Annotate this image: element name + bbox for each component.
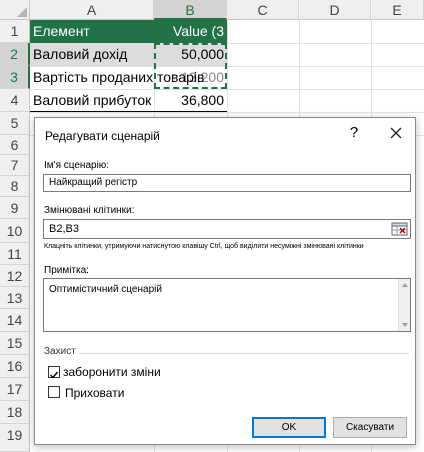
scenario-name-input[interactable]: Найкращий регістр	[43, 174, 411, 192]
scenario-name-label: Ім'я сценарію:	[44, 160, 110, 171]
changing-cells-hint: Клацніть клітинки, утримуючи натиснутою …	[44, 243, 364, 250]
row-header-13[interactable]: 13	[0, 287, 30, 309]
row-header-15[interactable]: 15	[0, 332, 30, 355]
cancel-button[interactable]: Скасувати	[333, 417, 407, 438]
row-header-3[interactable]: 3	[0, 66, 30, 89]
row-header-1[interactable]: 1	[0, 20, 30, 43]
row-header-7[interactable]: 7	[0, 155, 30, 176]
row-header-18[interactable]: 18	[0, 401, 30, 424]
protection-label: Захист	[44, 346, 76, 357]
row-header-19[interactable]: 19	[0, 424, 30, 452]
cell-a4[interactable]: Валовий прибуток	[30, 89, 154, 112]
cell-b4[interactable]: 36,800	[154, 89, 227, 112]
dialog-title: Редагувати сценарій	[45, 129, 160, 143]
prevent-changes-checkbox[interactable]	[48, 366, 60, 379]
hide-label[interactable]: Приховати	[65, 386, 124, 400]
row-header-10[interactable]: 10	[0, 219, 30, 243]
comment-scrollbar[interactable]	[398, 279, 410, 331]
comment-textarea[interactable]: Оптимістичний сценарій	[43, 278, 411, 332]
copy-marquee	[154, 43, 227, 89]
edit-scenario-dialog: Редагувати сценарій ? Ім'я сценарію: Най…	[34, 117, 416, 445]
row-header-17[interactable]: 17	[0, 378, 30, 401]
column-header-e[interactable]: E	[371, 0, 424, 20]
scroll-up-icon[interactable]	[402, 283, 408, 287]
row-header-5[interactable]: 5	[0, 112, 30, 135]
column-header-b[interactable]: B	[154, 0, 227, 20]
cell-b1[interactable]: Value (3	[154, 20, 227, 43]
help-button[interactable]: ?	[346, 124, 362, 141]
protection-separator	[79, 353, 409, 354]
column-header-d[interactable]: D	[299, 0, 371, 20]
comment-value: Оптимістичний сценарій	[49, 284, 162, 295]
column-header-a[interactable]: A	[30, 0, 154, 20]
column-header-c[interactable]: C	[227, 0, 299, 20]
hide-checkbox[interactable]	[48, 386, 60, 398]
row-header-4[interactable]: 4	[0, 89, 30, 112]
scroll-down-icon[interactable]	[402, 323, 408, 327]
row-header-8[interactable]: 8	[0, 176, 30, 197]
changing-cells-input[interactable]: B2,B3	[43, 219, 411, 239]
comment-label: Примітка:	[44, 265, 89, 276]
cell-a1[interactable]: Елемент	[30, 20, 154, 43]
cell-a3[interactable]: Вартість проданих товарів	[30, 66, 204, 89]
range-picker-icon[interactable]	[391, 222, 408, 236]
row-header-11[interactable]: 11	[0, 243, 30, 265]
row-header-14[interactable]: 14	[0, 309, 30, 332]
prevent-changes-label[interactable]: заборонити зміни	[63, 365, 161, 379]
changing-cells-value: B2,B3	[49, 223, 79, 235]
ok-button[interactable]: OK	[252, 417, 326, 438]
select-all-corner[interactable]	[0, 0, 30, 20]
row-header-9[interactable]: 9	[0, 197, 30, 219]
row-header-2[interactable]: 2	[0, 43, 30, 66]
row-header-16[interactable]: 16	[0, 355, 30, 378]
row-header-12[interactable]: 12	[0, 265, 30, 287]
changing-cells-label: Змінювані клітинки:	[44, 205, 135, 216]
close-icon[interactable]	[387, 124, 405, 142]
row-header-6[interactable]: 6	[0, 135, 30, 155]
total-border	[30, 111, 227, 112]
cell-a2[interactable]: Валовий дохід	[30, 43, 154, 66]
